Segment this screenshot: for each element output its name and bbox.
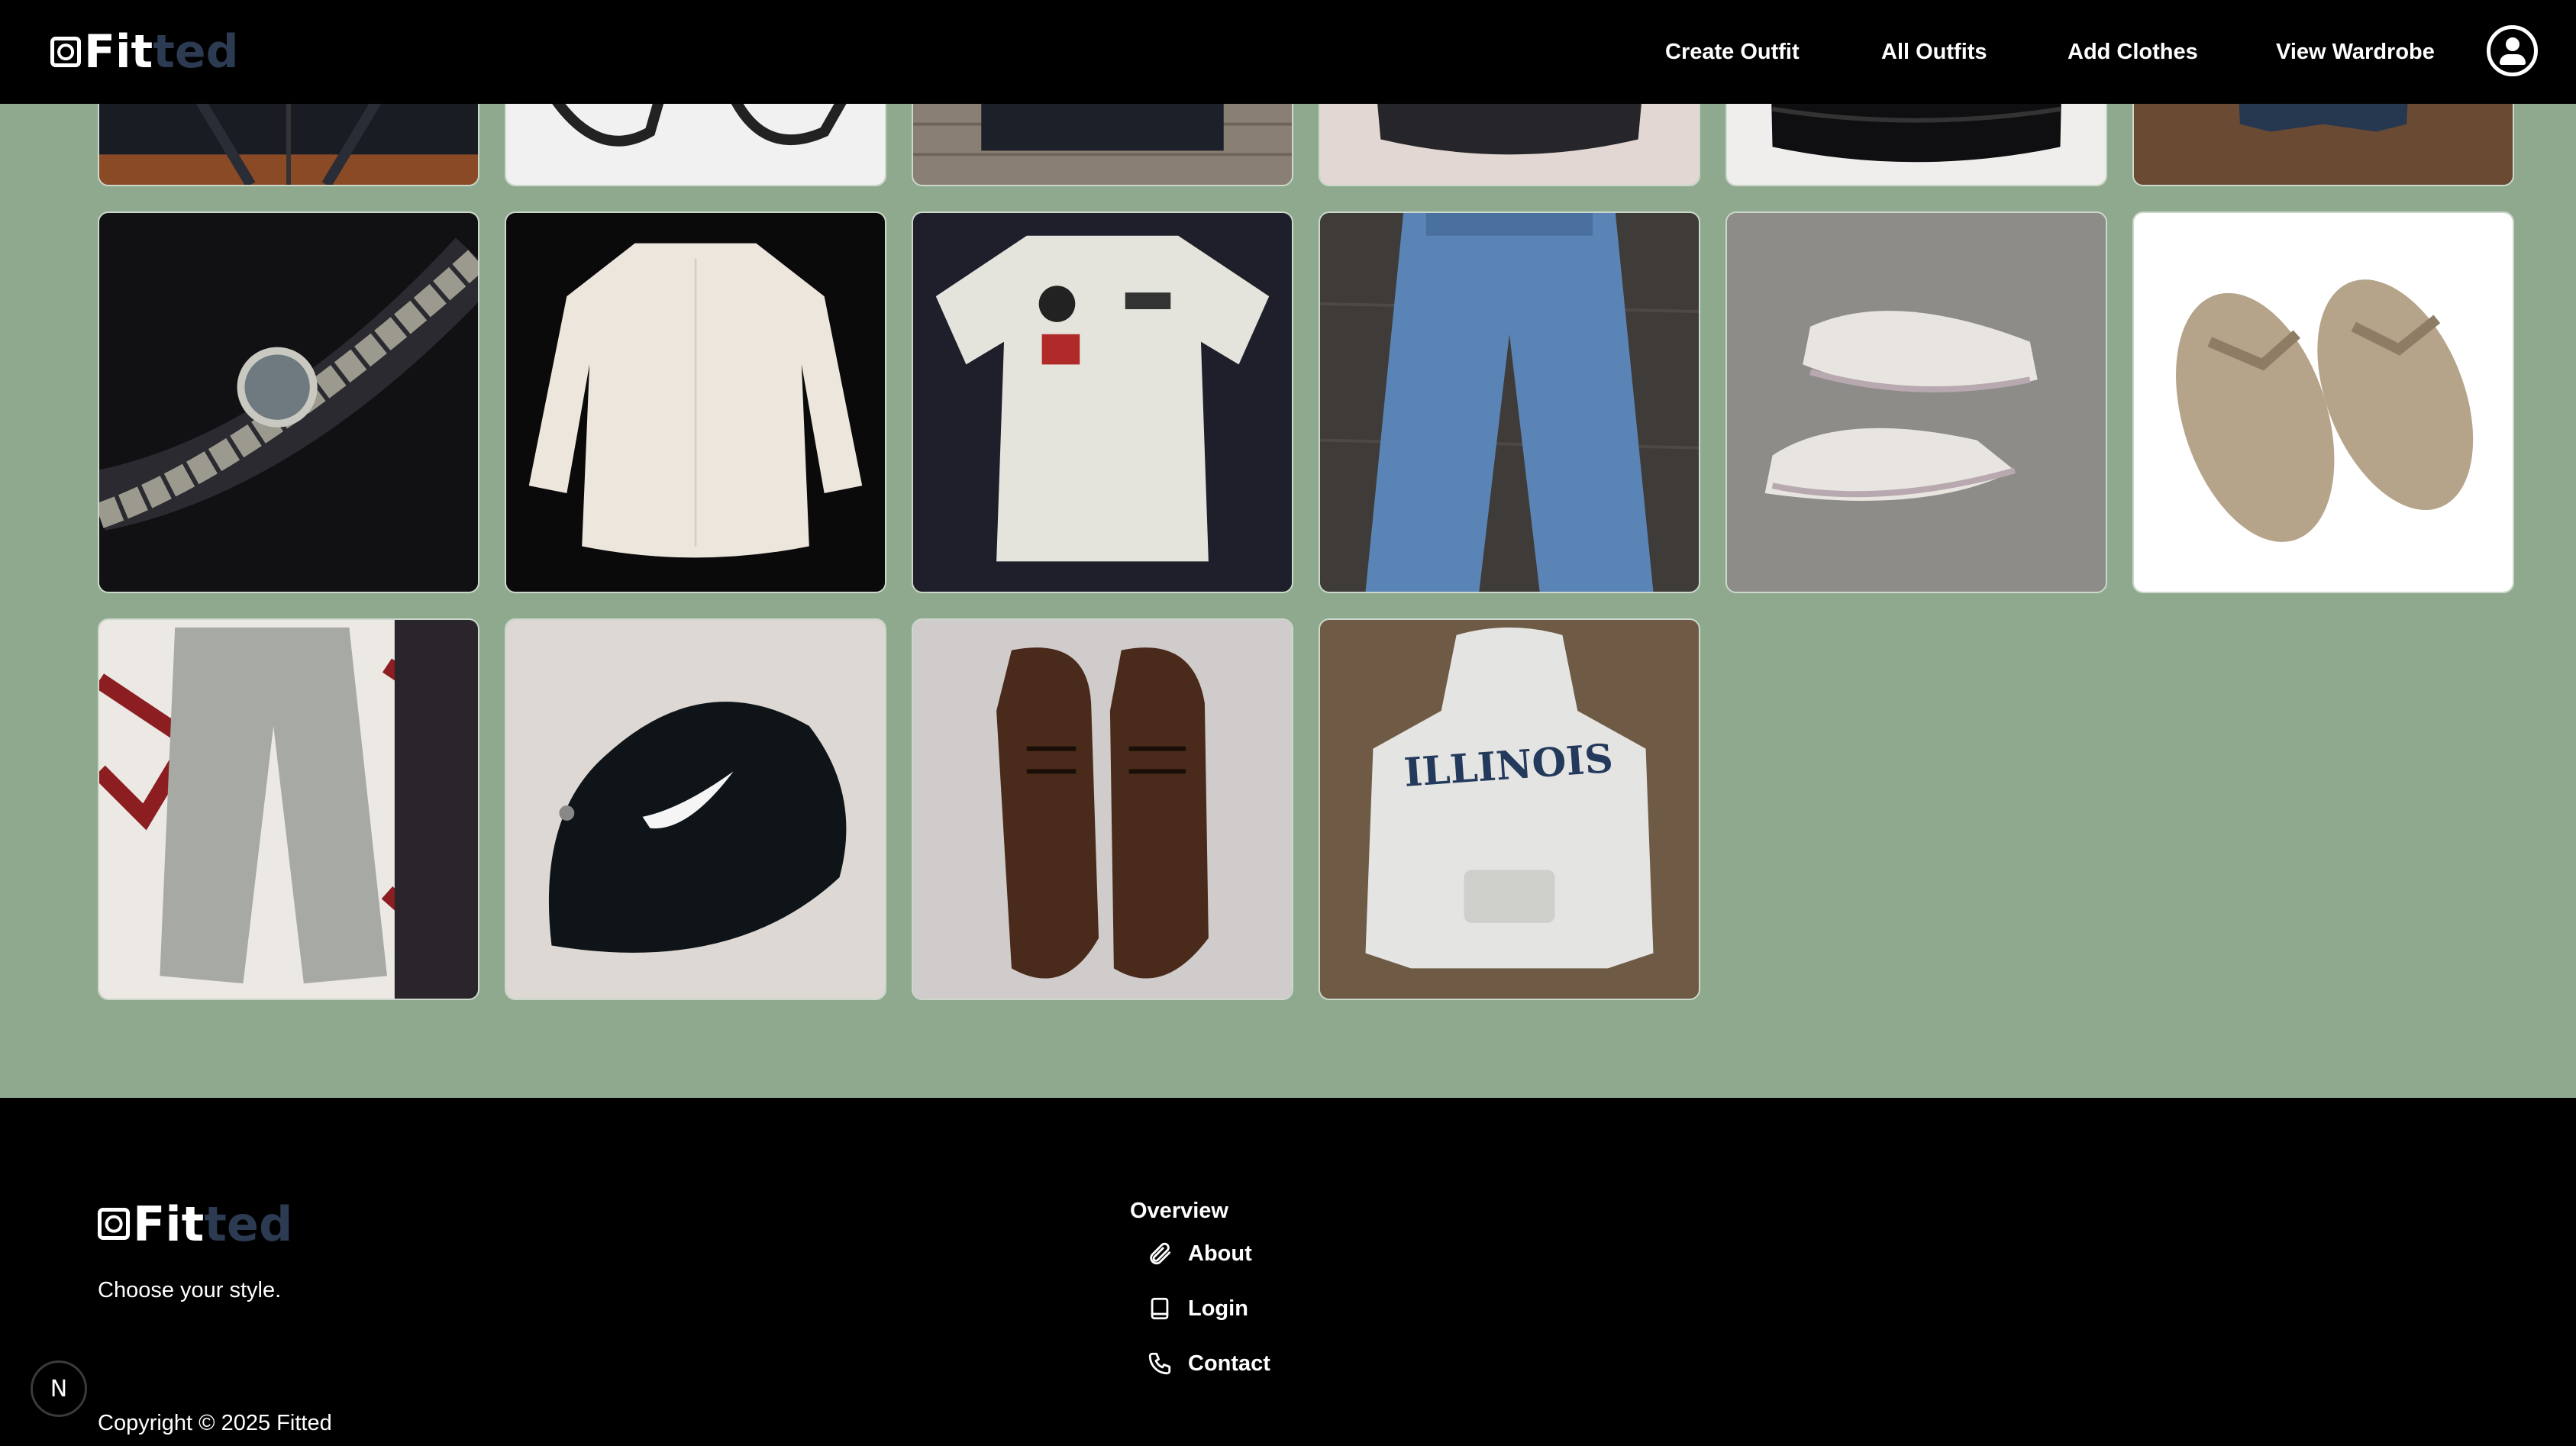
footer-link-label: Login: [1188, 1296, 1248, 1321]
nav-add-clothes[interactable]: Add Clothes: [2068, 0, 2198, 104]
footer-link-login[interactable]: Login: [1147, 1293, 1248, 1324]
wardrobe-item-card[interactable]: ILLINOIS: [1319, 618, 1700, 1000]
footer: [0, 1098, 2576, 1446]
wardrobe-item-card[interactable]: [912, 211, 1293, 593]
wardrobe-item-card[interactable]: [505, 618, 886, 1000]
wardrobe-item-card[interactable]: [1319, 211, 1700, 593]
header-logo[interactable]: Fit ted: [50, 25, 239, 79]
logo-text-fit: Fit: [133, 1196, 205, 1252]
logo-icon: [98, 1208, 130, 1240]
wardrobe-item-card[interactable]: [912, 618, 1293, 1000]
wardrobe-item-card[interactable]: [505, 211, 886, 593]
footer-tagline: Choose your style.: [98, 1278, 282, 1302]
watch-image: [99, 213, 478, 592]
footer-overview-heading: Overview: [1130, 1199, 1228, 1223]
dev-tools-badge[interactable]: N: [31, 1360, 87, 1417]
sweatpants-image: [99, 620, 478, 999]
bucket-hat-image: [506, 620, 885, 999]
footer-link-label: Contact: [1188, 1351, 1270, 1376]
nav-create-outfit[interactable]: Create Outfit: [1665, 0, 1800, 104]
paperclip-icon: [1150, 1242, 1171, 1265]
logo-text-fit: Fit: [84, 25, 153, 79]
logo-text-ted: ted: [204, 1196, 293, 1252]
nav-view-wardrobe[interactable]: View Wardrobe: [2276, 0, 2435, 104]
wardrobe-item-card[interactable]: [98, 618, 479, 1000]
footer-link-label: About: [1188, 1241, 1252, 1266]
phone-icon: [1148, 1352, 1171, 1375]
illinois-hoodie-image: ILLINOIS: [1320, 620, 1699, 999]
top-nav-bar: Fit ted Create Outfit All Outfits Add Clo…: [0, 0, 2576, 104]
sandals-image: [2134, 213, 2513, 592]
graphic-tshirt-image: [913, 213, 1292, 592]
logo-icon: [50, 37, 81, 67]
profile-avatar-icon[interactable]: [2487, 25, 2538, 76]
footer-link-about[interactable]: About: [1147, 1238, 1252, 1269]
dress-shirt-image: [506, 213, 885, 592]
nav-all-outfits[interactable]: All Outfits: [1881, 0, 1987, 104]
book-icon: [1151, 1297, 1169, 1320]
jeans-image: [1320, 213, 1699, 592]
wardrobe-item-card[interactable]: [2132, 211, 2514, 593]
footer-link-contact[interactable]: Contact: [1147, 1348, 1270, 1379]
logo-text-ted: ted: [153, 25, 239, 79]
copyright-text: Copyright © 2025 Fitted: [98, 1411, 332, 1435]
sneakers-image: [1727, 213, 2106, 592]
wardrobe-item-card[interactable]: [98, 211, 479, 593]
dress-shoes-image: [913, 620, 1292, 999]
wardrobe-item-card[interactable]: [1725, 211, 2107, 593]
footer-logo[interactable]: Fit ted: [98, 1196, 293, 1252]
